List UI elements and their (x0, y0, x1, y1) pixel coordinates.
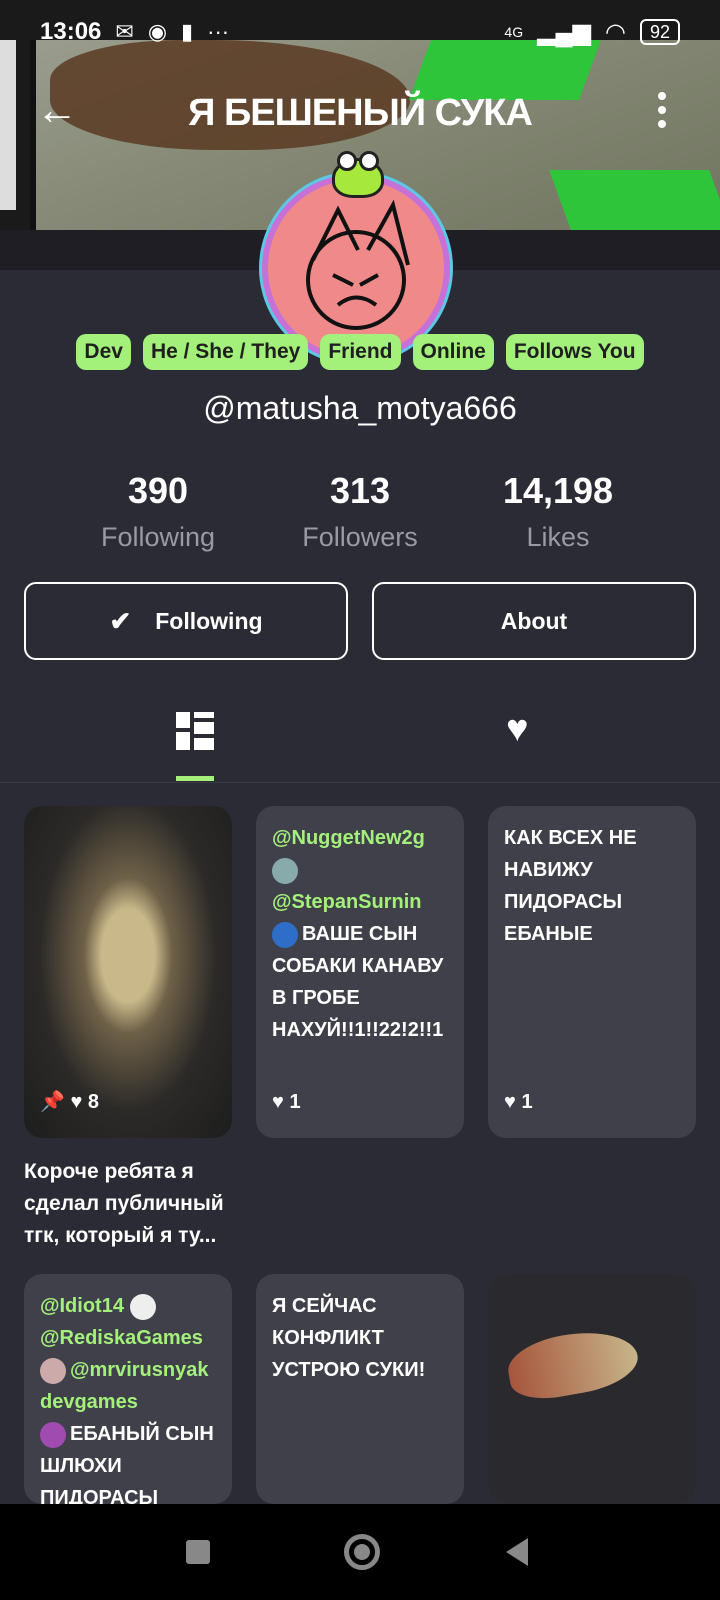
mention-link[interactable]: @RediskaGames (40, 1322, 216, 1354)
stat-value: 14,198 (502, 470, 614, 511)
stat-likes[interactable]: 14,198 Likes (458, 470, 658, 553)
mention-link[interactable]: @Idiot14 (40, 1295, 124, 1317)
post-likes: ♥ 1 (504, 1086, 533, 1118)
post-card[interactable]: @NuggetNew2g @StepanSurnin ВАШЕ СЫН СОБА… (256, 806, 464, 1138)
tag-follows-you: Follows You (505, 334, 644, 370)
system-nav-bar (0, 1504, 720, 1600)
user-avatar-icon (40, 1357, 66, 1384)
stat-label: Likes (526, 522, 590, 552)
about-button-label: About (500, 607, 568, 634)
stat-value: 313 (329, 470, 391, 511)
stat-value: 390 (127, 470, 189, 511)
more-options-icon[interactable] (656, 92, 668, 134)
liked-posts-heart-icon[interactable]: ♥ (506, 708, 529, 751)
status-bar: 13:06 ✉ ◉ ▮ ··· 4G ▂▄▆ ◠ 92 (0, 0, 720, 64)
following-button[interactable]: ✔ Following (24, 582, 348, 660)
tag-online: Online (412, 334, 494, 370)
wifi-icon: ◠ (605, 18, 626, 46)
user-avatar-icon (272, 921, 298, 948)
post-text: ЕБАНЫЙ СЫН ШЛЮХИ ПИДОРАСЫ (40, 1423, 214, 1504)
post-card[interactable] (488, 1274, 696, 1504)
home-circle-icon[interactable] (344, 1534, 380, 1570)
notification-icon: ✉ (115, 19, 134, 44)
heart-icon: ♥ (272, 1091, 284, 1113)
likes-count: 1 (521, 1091, 533, 1113)
back-triangle-icon[interactable] (506, 1538, 528, 1566)
heart-icon: ♥ (504, 1091, 516, 1113)
trash-icon: ▮ (181, 19, 194, 44)
likes-count: 1 (289, 1091, 301, 1113)
tag-friend: Friend (320, 334, 401, 370)
username: @matusha_motya666 (203, 390, 517, 426)
stat-label: Followers (302, 522, 418, 552)
more-notifications-icon: ··· (207, 19, 230, 44)
user-avatar-icon (129, 1293, 156, 1320)
user-avatar-icon (272, 857, 298, 884)
page-title: Я БЕШЕНЫЙ СУКА (188, 92, 533, 134)
likes-count: 8 (87, 1091, 100, 1113)
posts-grid-icon[interactable] (176, 712, 214, 750)
content-tabs: ♥ (0, 700, 720, 783)
profile-tags: Dev He / She / They Friend Online Follow… (0, 334, 720, 370)
recents-square-icon[interactable] (186, 1540, 210, 1564)
post-likes: 📌 ♥ 8 (40, 1086, 99, 1118)
mention-link[interactable]: @StepanSurnin (272, 886, 448, 918)
user-avatar-icon (40, 1421, 66, 1448)
battery-icon: 92 (639, 19, 680, 45)
following-button-label: Following (155, 607, 263, 634)
heart-icon: ♥ (70, 1091, 83, 1113)
avatar-drawing (306, 199, 410, 330)
checkmark-icon: ✔ (109, 605, 132, 636)
about-button[interactable]: About (372, 582, 696, 660)
tag-dev: Dev (76, 334, 131, 370)
stat-label: Following (100, 522, 216, 552)
post-card[interactable]: 📌 ♥ 8 (24, 806, 232, 1138)
stat-followers[interactable]: 313 Followers (260, 470, 460, 553)
pin-icon: 📌 (40, 1091, 65, 1113)
fish-photo (488, 1274, 696, 1504)
post-text: ВАШЕ СЫН СОБАКИ КАНАВУ В ГРОБЕ НАХУЙ!!1!… (272, 923, 444, 1041)
post-card[interactable]: Я СЕЙЧАС КОНФЛИКТ УСТРОЮ СУКИ! (256, 1274, 464, 1504)
mention-link[interactable]: @NuggetNew2g (272, 822, 448, 854)
post-card[interactable]: КАК ВСЕХ НЕ НАВИЖУ ПИДОРАСЫ ЕБАНЫЕ ♥ 1 (488, 806, 696, 1138)
post-text: КАК ВСЕХ НЕ НАВИЖУ ПИДОРАСЫ ЕБАНЫЕ (504, 827, 637, 945)
tag-pronouns: He / She / They (142, 334, 309, 370)
status-time: 13:06 (40, 18, 102, 45)
stat-following[interactable]: 390 Following (58, 470, 258, 553)
post-card[interactable]: @Idiot14 @RediskaGames @mrvirusnyakdevga… (24, 1274, 232, 1504)
vpn-icon: ◉ (147, 19, 168, 44)
frog-badge-icon (332, 151, 384, 198)
post-text: Я СЕЙЧАС КОНФЛИКТ УСТРОЮ СУКИ! (272, 1295, 426, 1381)
network-type: 4G (504, 24, 524, 40)
signal-icon: ▂▄▆ (537, 18, 592, 46)
active-tab-indicator (176, 776, 214, 781)
post-caption: Короче ребята я сделал публичный тгк, ко… (24, 1160, 224, 1247)
post-likes: ♥ 1 (272, 1086, 301, 1118)
